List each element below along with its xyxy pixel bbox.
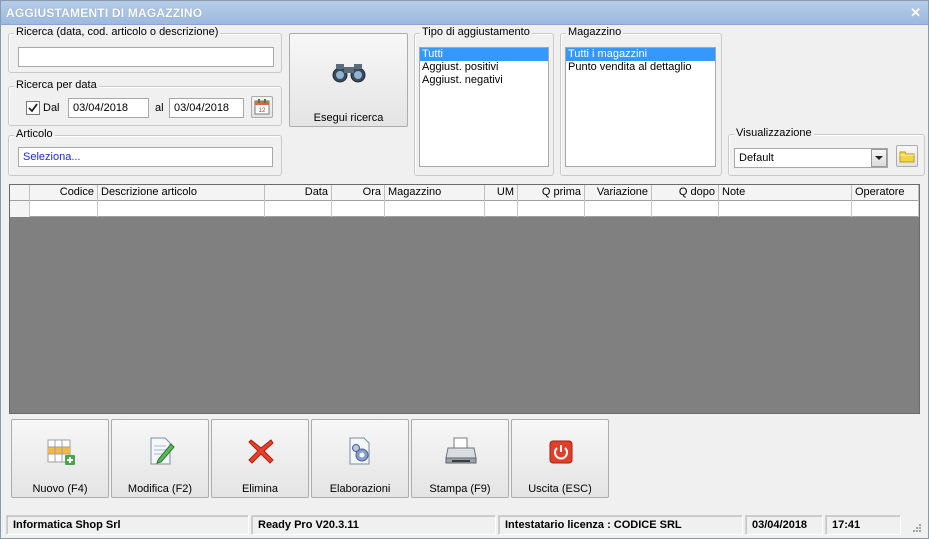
column-header-variation[interactable]: Variazione: [585, 185, 652, 201]
column-header-time[interactable]: Ora: [332, 185, 385, 201]
view-group-label: Visualizzazione: [734, 127, 814, 139]
resize-grip-icon[interactable]: [912, 522, 922, 532]
delete-button-label: Elimina: [241, 483, 279, 495]
binoculars-icon: [332, 64, 366, 83]
exit-button[interactable]: Uscita (ESC): [511, 419, 609, 498]
folder-icon: [899, 151, 915, 163]
new-button[interactable]: Nuovo (F4): [11, 419, 109, 498]
article-select-input[interactable]: Seleziona...: [18, 147, 273, 167]
window-title: AGGIUSTAMENTI DI MAGAZZINO: [6, 6, 203, 20]
warehouse-option-all[interactable]: Tutti i magazzini: [566, 48, 715, 61]
status-bar: Informatica Shop Srl Ready Pro V20.3.11 …: [1, 512, 928, 538]
table-row[interactable]: [10, 201, 919, 217]
adjustment-type-option-positive[interactable]: Aggiust. positivi: [420, 61, 548, 74]
column-header-code[interactable]: Codice: [30, 185, 98, 201]
adjustment-type-option-all[interactable]: Tutti: [420, 48, 548, 61]
edit-button[interactable]: Modifica (F2): [111, 419, 209, 498]
view-dropdown-button[interactable]: [871, 149, 887, 167]
search-input[interactable]: [18, 47, 274, 67]
column-header-description[interactable]: Descrizione articolo: [98, 185, 265, 201]
column-header-date[interactable]: Data: [265, 185, 332, 201]
view-select-value: Default: [739, 152, 774, 164]
date-filter-checkbox-label: Dal: [43, 102, 60, 114]
date-from-input[interactable]: 03/04/2018: [68, 98, 149, 118]
status-company: Informatica Shop Srl: [6, 515, 249, 535]
article-group-label: Articolo: [14, 128, 55, 140]
checkmark-icon: [28, 103, 38, 113]
status-license: Intestatario licenza : CODICE SRL: [498, 515, 743, 535]
processing-button[interactable]: Elaborazioni: [311, 419, 409, 498]
adjustment-type-option-negative[interactable]: Aggiust. negativi: [420, 74, 548, 87]
view-select[interactable]: Default: [734, 148, 888, 168]
delete-button[interactable]: Elimina: [211, 419, 309, 498]
column-header-um[interactable]: UM: [485, 185, 518, 201]
table-cell[interactable]: [852, 201, 919, 217]
search-group-label: Ricerca (data, cod. articolo o descrizio…: [14, 26, 221, 38]
adjustments-grid[interactable]: Codice Descrizione articolo Data Ora Mag…: [9, 184, 920, 414]
column-header-operator[interactable]: Operatore: [852, 185, 919, 201]
processing-gear-icon: [349, 437, 370, 465]
table-cell[interactable]: [332, 201, 385, 217]
title-bar[interactable]: AGGIUSTAMENTI DI MAGAZZINO ✕: [1, 1, 928, 25]
run-search-button[interactable]: Esegui ricerca: [289, 33, 408, 127]
printer-icon: [445, 437, 477, 464]
exit-button-label: Uscita (ESC): [528, 483, 592, 495]
warehouse-group-label: Magazzino: [566, 26, 624, 38]
table-cell[interactable]: [518, 201, 585, 217]
table-cell[interactable]: [265, 201, 332, 217]
svg-text:12: 12: [259, 108, 266, 114]
run-search-button-label: Esegui ricerca: [313, 112, 384, 124]
chevron-down-icon: [875, 156, 883, 160]
date-to-input[interactable]: 03/04/2018: [169, 98, 244, 118]
table-cell[interactable]: [585, 201, 652, 217]
calendar-icon: 12: [254, 99, 270, 115]
column-header-notes[interactable]: Note: [719, 185, 852, 201]
adjustment-type-list[interactable]: Tutti Aggiust. positivi Aggiust. negativ…: [419, 47, 549, 167]
grid-row-indicator[interactable]: [10, 201, 30, 217]
status-date: 03/04/2018: [745, 515, 823, 535]
column-header-warehouse[interactable]: Magazzino: [385, 185, 485, 201]
delete-x-icon: [248, 439, 274, 464]
table-cell[interactable]: [30, 201, 98, 217]
column-header-qty-before[interactable]: Q prima: [518, 185, 585, 201]
status-time: 17:41: [825, 515, 901, 535]
new-button-label: Nuovo (F4): [32, 483, 88, 495]
date-filter-checkbox[interactable]: [26, 101, 40, 115]
print-button[interactable]: Stampa (F9): [411, 419, 509, 498]
date-search-group-label: Ricerca per data: [14, 79, 99, 91]
grid-header: Codice Descrizione articolo Data Ora Mag…: [10, 185, 919, 201]
column-header-qty-after[interactable]: Q dopo: [652, 185, 719, 201]
edit-button-label: Modifica (F2): [127, 483, 193, 495]
power-icon: [549, 440, 573, 464]
warehouse-option-retail[interactable]: Punto vendita al dettaglio: [566, 61, 715, 74]
new-grid-icon: [47, 439, 75, 465]
table-cell[interactable]: [98, 201, 265, 217]
open-view-button[interactable]: [896, 145, 918, 167]
warehouse-list[interactable]: Tutti i magazzini Punto vendita al detta…: [565, 47, 716, 167]
print-button-label: Stampa (F9): [429, 483, 491, 495]
table-cell[interactable]: [385, 201, 485, 217]
table-cell[interactable]: [485, 201, 518, 217]
adjustment-type-group-label: Tipo di aggiustamento: [420, 26, 532, 38]
close-icon[interactable]: ✕: [910, 5, 921, 21]
status-version: Ready Pro V20.3.11: [251, 515, 496, 535]
table-cell[interactable]: [652, 201, 719, 217]
calendar-button[interactable]: 12: [251, 96, 273, 118]
adjustments-window: AGGIUSTAMENTI DI MAGAZZINO ✕ Ricerca (da…: [0, 0, 929, 539]
date-to-label: al: [155, 102, 164, 114]
table-cell[interactable]: [719, 201, 852, 217]
edit-document-icon: [150, 437, 175, 465]
grid-row-indicator-header: [10, 185, 30, 201]
processing-button-label: Elaborazioni: [329, 483, 391, 495]
